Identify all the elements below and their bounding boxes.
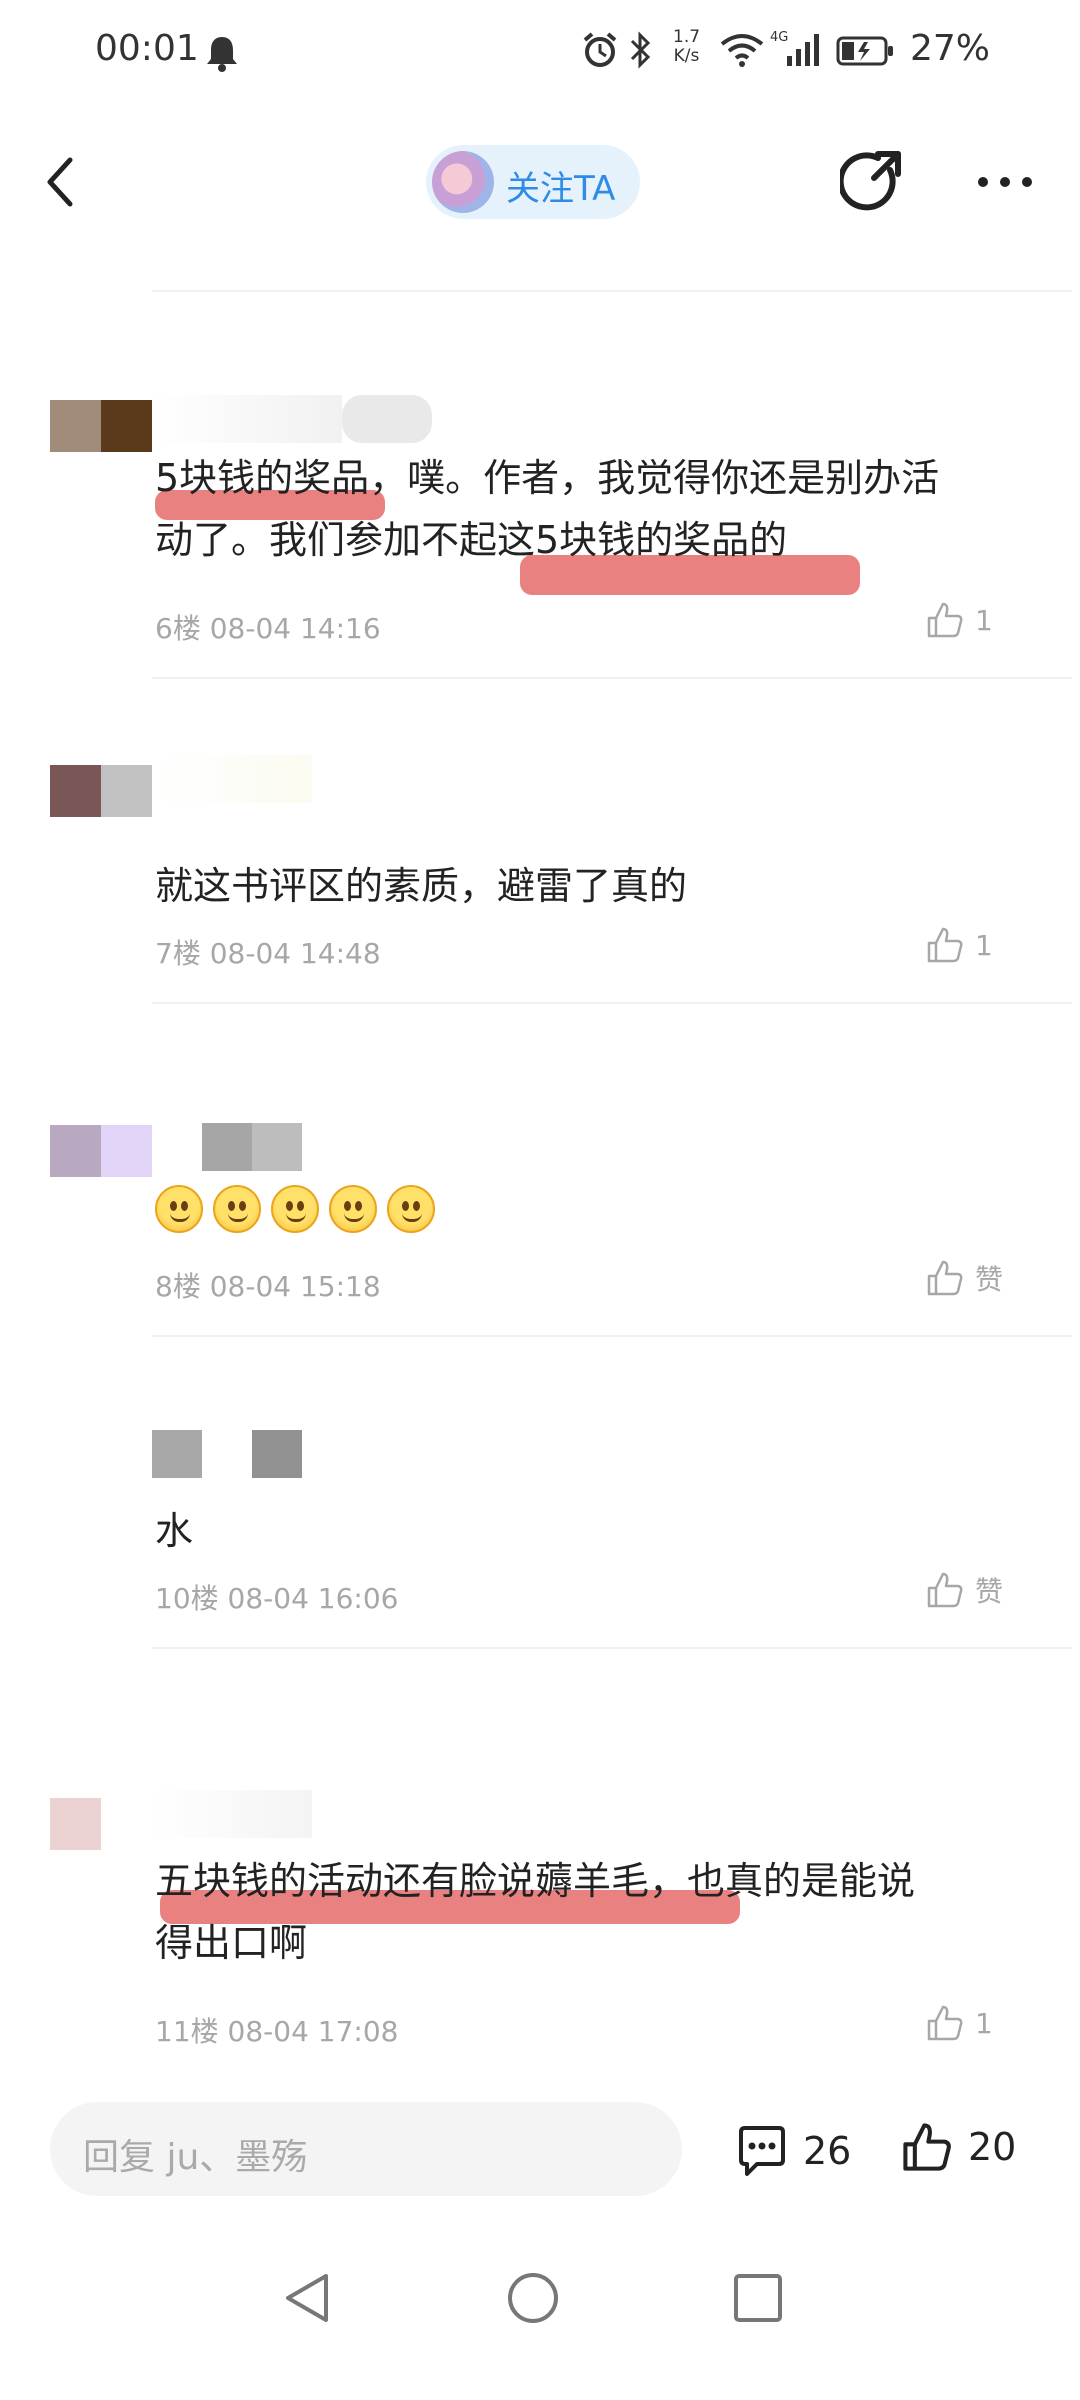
signal-icon	[787, 34, 819, 66]
comment-meta: 6楼 08-04 14:16	[155, 612, 381, 645]
smile-emoji-icon	[387, 1185, 435, 1233]
follow-button[interactable]: 关注TA	[426, 145, 640, 219]
divider	[152, 677, 1072, 679]
battery-icon	[836, 36, 893, 66]
comment-text-line: 五块钱的活动还有脸说薅羊毛，也真的是能说	[155, 1859, 916, 1903]
smile-emoji-icon	[213, 1185, 261, 1233]
thumbs-up-icon	[927, 602, 963, 638]
like-label: 赞	[975, 1575, 1004, 1608]
back-arrow-icon[interactable]	[40, 152, 80, 212]
nav-recent-apps-icon[interactable]	[732, 2272, 784, 2324]
smile-emoji-icon	[155, 1185, 203, 1233]
more-options-icon[interactable]	[975, 172, 1035, 192]
like-button[interactable]: 赞	[925, 1565, 1003, 1615]
thumbs-up-icon	[903, 2123, 951, 2171]
share-icon[interactable]	[840, 150, 906, 216]
like-count: 1	[975, 2006, 993, 2040]
like-button[interactable]: 1	[925, 595, 993, 645]
alarm-icon	[583, 32, 617, 67]
username-blurred[interactable]	[152, 1430, 302, 1478]
like-count-button[interactable]: 20	[900, 2120, 1016, 2174]
avatar[interactable]	[50, 765, 152, 817]
avatar[interactable]	[50, 1798, 152, 1850]
battery-percent: 27%	[910, 28, 991, 69]
nav-back-icon[interactable]	[282, 2270, 332, 2326]
status-time: 00:01	[95, 28, 199, 69]
thumbs-up-icon	[927, 2005, 963, 2041]
smile-emoji-icon	[329, 1185, 377, 1233]
notification-icon	[207, 37, 237, 72]
comment-text-line: 5块钱的奖品，噗。作者，我觉得你还是别办活	[155, 456, 940, 500]
avatar[interactable]	[50, 1125, 152, 1177]
comment-text-line: 动了。我们参加不起这5块钱的奖品的	[155, 518, 788, 562]
comment-meta: 10楼 08-04 16:06	[155, 1582, 399, 1615]
avatar[interactable]	[50, 1438, 152, 1490]
network-speed-value: 1.7	[673, 27, 701, 47]
like-button[interactable]: 赞	[925, 1253, 1003, 1303]
like-count: 1	[975, 928, 993, 962]
thumbs-up-icon	[927, 927, 963, 963]
comment-meta: 8楼 08-04 15:18	[155, 1270, 381, 1303]
comment-text: 五块钱的活动还有脸说薅羊毛，也真的是能说 得出口啊	[155, 1850, 1015, 1974]
username-blurred[interactable]	[152, 395, 432, 443]
status-bar: 00:01 1.7 K/s 4G 27%	[0, 0, 1080, 110]
comment-meta: 11楼 08-04 17:08	[155, 2015, 399, 2048]
avatar[interactable]	[50, 400, 152, 452]
author-avatar	[432, 151, 494, 213]
divider	[152, 1335, 1072, 1337]
nav-home-icon[interactable]	[505, 2270, 561, 2326]
username-blurred[interactable]	[152, 1790, 312, 1838]
bottom-action-bar: 回复 ju、墨殇 26 20	[0, 2080, 1080, 2230]
like-button[interactable]: 1	[925, 920, 993, 970]
comment-text: 5块钱的奖品，噗。作者，我觉得你还是别办活 动了。我们参加不起这5块钱的奖品的	[155, 447, 1015, 571]
divider	[152, 1002, 1072, 1004]
network-speed-unit: K/s	[673, 46, 700, 66]
comment-text-line: 得出口啊	[155, 1921, 308, 1965]
like-button[interactable]: 1	[925, 1998, 993, 2048]
smile-emoji-icon	[271, 1185, 319, 1233]
wifi-icon	[720, 34, 764, 67]
like-count: 1	[975, 603, 993, 637]
system-navigation-bar	[0, 2230, 1080, 2400]
like-count: 20	[968, 2125, 1017, 2169]
reply-input[interactable]: 回复 ju、墨殇	[50, 2102, 682, 2196]
divider	[152, 290, 1072, 292]
bluetooth-icon	[630, 31, 651, 69]
comment-text: 水	[155, 1509, 194, 1553]
emoji-row	[155, 1185, 435, 1233]
divider	[152, 1647, 1072, 1649]
comment-meta: 7楼 08-04 14:48	[155, 937, 381, 970]
thumbs-up-icon	[927, 1260, 963, 1296]
username-blurred[interactable]	[152, 1123, 302, 1171]
network-speed: 1.7 K/s	[673, 28, 700, 66]
like-label: 赞	[975, 1263, 1004, 1296]
username-blurred[interactable]	[152, 755, 312, 803]
follow-label: 关注TA	[506, 169, 616, 209]
reply-placeholder: 回复 ju、墨殇	[83, 2137, 308, 2178]
thumbs-up-icon	[927, 1572, 963, 1608]
comment-bubble-icon	[739, 2126, 785, 2176]
comment-count-button[interactable]: 26	[735, 2124, 851, 2178]
comment-text: 就这书评区的素质，避雷了真的	[155, 864, 688, 908]
top-nav: 关注TA	[0, 110, 1080, 250]
comment-count: 26	[803, 2129, 852, 2173]
